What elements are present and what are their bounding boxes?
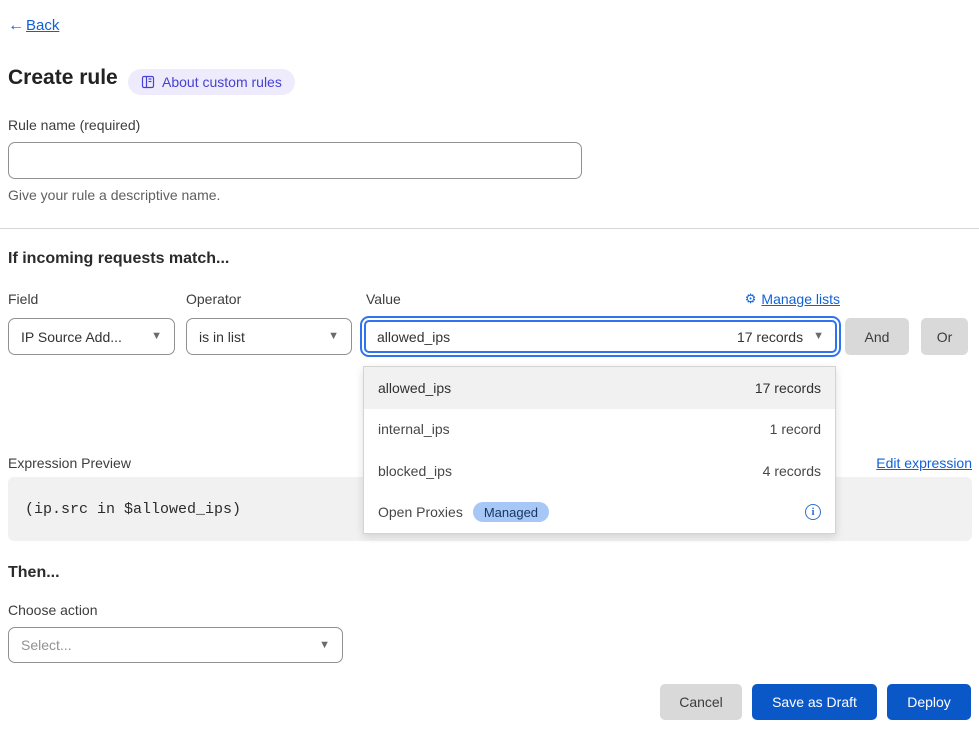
info-icon[interactable]: i (805, 504, 821, 520)
list-item-name: Open Proxies (378, 504, 463, 520)
expression-code: (ip.src in $allowed_ips) (25, 501, 241, 518)
managed-badge: Managed (473, 502, 549, 522)
book-icon (141, 75, 155, 89)
then-section-title: Then... (8, 564, 60, 582)
manage-lists-label: Manage lists (761, 291, 840, 307)
create-rule-page: ←Back Create rule About custom rules Rul… (0, 0, 979, 739)
about-badge-label: About custom rules (162, 74, 282, 90)
back-arrow-icon: ← (8, 18, 24, 34)
back-link-label: Back (26, 17, 59, 34)
field-select-value: IP Source Add... (21, 329, 122, 345)
edit-expression-link[interactable]: Edit expression (876, 455, 972, 471)
rule-name-helper-text: Give your rule a descriptive name. (8, 187, 220, 203)
value-select-records-count: 17 records (737, 329, 803, 345)
and-button[interactable]: And (845, 318, 909, 355)
value-select-value: allowed_ips (377, 329, 450, 345)
chevron-down-icon: ▼ (151, 331, 162, 342)
value-column-label: Value (366, 291, 401, 307)
page-title: Create rule (8, 66, 118, 90)
rule-name-label: Rule name (required) (8, 117, 140, 133)
list-item-records: 1 record (770, 421, 821, 437)
list-item-name: blocked_ips (378, 463, 452, 479)
value-select[interactable]: allowed_ips 17 records ▼ (360, 316, 841, 357)
expression-preview-label: Expression Preview (8, 455, 131, 471)
list-item-allowed-ips[interactable]: allowed_ips 17 records (364, 367, 835, 409)
operator-select[interactable]: is in list ▼ (186, 318, 352, 355)
list-item-records: 17 records (755, 380, 821, 396)
back-link[interactable]: ←Back (8, 17, 59, 34)
action-select-placeholder: Select... (21, 637, 72, 653)
rule-name-input[interactable] (8, 142, 582, 179)
chevron-down-icon: ▼ (319, 640, 330, 651)
list-item-blocked-ips[interactable]: blocked_ips 4 records (364, 450, 835, 492)
gear-icon: ⚙ (745, 291, 757, 307)
section-divider (0, 228, 979, 229)
value-dropdown-menu: allowed_ips 17 records internal_ips 1 re… (363, 366, 836, 534)
operator-select-value: is in list (199, 329, 245, 345)
list-item-open-proxies[interactable]: Open Proxies Managed i (364, 492, 835, 534)
operator-column-label: Operator (186, 291, 241, 307)
about-custom-rules-link[interactable]: About custom rules (128, 69, 295, 95)
value-select-inner: allowed_ips 17 records ▼ (364, 320, 837, 353)
match-section-title: If incoming requests match... (8, 250, 229, 268)
save-as-draft-button[interactable]: Save as Draft (752, 684, 877, 720)
choose-action-label: Choose action (8, 602, 98, 618)
list-item-name: allowed_ips (378, 380, 451, 396)
list-item-internal-ips[interactable]: internal_ips 1 record (364, 409, 835, 451)
action-select[interactable]: Select... ▼ (8, 627, 343, 663)
or-button[interactable]: Or (921, 318, 968, 355)
deploy-button[interactable]: Deploy (887, 684, 971, 720)
chevron-down-icon: ▼ (813, 331, 824, 342)
list-item-records: 4 records (763, 463, 821, 479)
field-select[interactable]: IP Source Add... ▼ (8, 318, 175, 355)
cancel-button[interactable]: Cancel (660, 684, 742, 720)
edit-expression-label: Edit expression (876, 455, 972, 471)
manage-lists-link[interactable]: ⚙ Manage lists (745, 291, 840, 307)
field-column-label: Field (8, 291, 38, 307)
list-item-name: internal_ips (378, 421, 450, 437)
chevron-down-icon: ▼ (328, 331, 339, 342)
